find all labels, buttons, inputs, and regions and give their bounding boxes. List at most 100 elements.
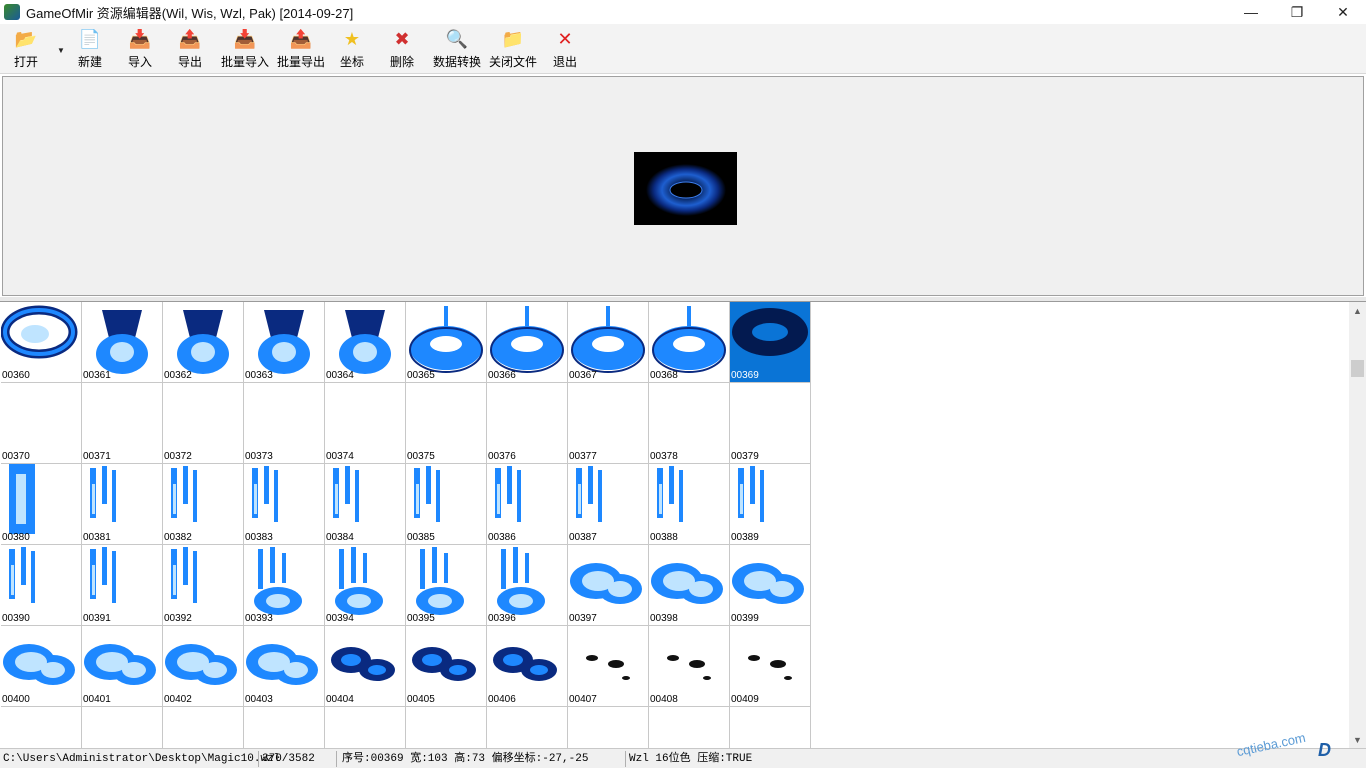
toolbar-button-1[interactable]: 📄 新建 [78, 28, 102, 72]
thumbnail-cell[interactable]: 00395 [406, 545, 487, 626]
thumbnail-cell[interactable]: 00391 [82, 545, 163, 626]
thumbnail-cell[interactable] [649, 707, 730, 748]
thumbnail-cell[interactable]: 00364 [325, 302, 406, 383]
thumbnail-label: 00399 [731, 613, 759, 624]
thumbnail-cell[interactable] [1, 707, 82, 748]
thumbnail-cell[interactable]: 00365 [406, 302, 487, 383]
thumbnail-cell[interactable]: 00380 [1, 464, 82, 545]
vertical-scrollbar[interactable]: ▲ ▼ [1349, 302, 1366, 748]
thumbnail-cell[interactable] [730, 707, 811, 748]
thumbnail-cell[interactable] [82, 707, 163, 748]
thumbnail-cell[interactable] [325, 707, 406, 748]
thumbnail-cell[interactable]: 00368 [649, 302, 730, 383]
thumbnail-cell[interactable]: 00382 [163, 464, 244, 545]
toolbar-button-9[interactable]: 📁 关闭文件 [489, 28, 537, 72]
thumbnail-cell[interactable]: 00398 [649, 545, 730, 626]
toolbar-button-4[interactable]: 📥 批量导入 [221, 28, 269, 72]
thumbnail-cell[interactable]: 00400 [1, 626, 82, 707]
thumbnail-cell[interactable]: 00383 [244, 464, 325, 545]
thumbnail-cell[interactable]: 00386 [487, 464, 568, 545]
thumbnail-label: 00409 [731, 694, 759, 705]
thumbnail-label: 00400 [2, 694, 30, 705]
thumbnail-label: 00394 [326, 613, 354, 624]
scroll-thumb[interactable] [1351, 360, 1364, 377]
scroll-up-icon[interactable]: ▲ [1349, 302, 1366, 319]
toolbar-button-3[interactable]: 📤 导出 [178, 28, 202, 72]
thumbnail-cell[interactable]: 00389 [730, 464, 811, 545]
thumbnail-cell[interactable]: 00385 [406, 464, 487, 545]
thumbnail-label: 00382 [164, 532, 192, 543]
thumbnail-cell[interactable]: 00406 [487, 626, 568, 707]
toolbar-button-label: 退出 [553, 55, 578, 69]
restore-button[interactable]: ❐ [1274, 0, 1320, 24]
toolbar: ▼ 📂 打开 📄 新建 📥 导入 📤 导出 📥 批量导入 📤 批量导出 ★ 坐标 ✖ 删除 🔍 数据转换 📁 关闭文件… [0, 24, 1366, 74]
toolbar-button-8[interactable]: 🔍 数据转换 [433, 28, 481, 72]
app-icon [4, 4, 20, 20]
thumbnail-image [325, 707, 405, 748]
thumbnail-cell[interactable]: 00381 [82, 464, 163, 545]
thumbnail-label: 00389 [731, 532, 759, 543]
thumbnail-cell[interactable]: 00403 [244, 626, 325, 707]
close-button[interactable]: ✕ [1320, 0, 1366, 24]
thumbnail-cell[interactable] [487, 707, 568, 748]
thumbnail-cell[interactable]: 00375 [406, 383, 487, 464]
thumbnail-cell[interactable]: 00384 [325, 464, 406, 545]
thumbnail-label: 00404 [326, 694, 354, 705]
thumbnail-cell[interactable]: 00362 [163, 302, 244, 383]
thumbnail-cell[interactable]: 00387 [568, 464, 649, 545]
thumbnail-cell[interactable]: 00402 [163, 626, 244, 707]
toolbar-button-6[interactable]: ★ 坐标 [340, 28, 364, 72]
thumbnail-cell[interactable]: 00404 [325, 626, 406, 707]
thumbnail-cell[interactable]: 00369 [730, 302, 811, 383]
thumbnail-cell[interactable]: 00379 [730, 383, 811, 464]
toolbar-button-10[interactable]: ✕ 退出 [553, 28, 577, 72]
thumbnail-label: 00395 [407, 613, 435, 624]
open-dropdown-arrow[interactable]: ▼ [57, 46, 65, 55]
status-divider [258, 751, 259, 767]
toolbar-button-5[interactable]: 📤 批量导出 [277, 28, 325, 72]
thumbnail-cell[interactable]: 00366 [487, 302, 568, 383]
thumbnail-cell[interactable]: 00396 [487, 545, 568, 626]
toolbar-button-2[interactable]: 📥 导入 [128, 28, 152, 72]
thumbnail-cell[interactable]: 00376 [487, 383, 568, 464]
thumbnail-cell[interactable]: 00361 [82, 302, 163, 383]
thumbnail-cell[interactable]: 00373 [244, 383, 325, 464]
star-icon: ★ [343, 29, 361, 49]
thumbnail-cell[interactable]: 00405 [406, 626, 487, 707]
thumbnail-cell[interactable]: 00407 [568, 626, 649, 707]
thumbnail-label: 00376 [488, 451, 516, 462]
thumbnail-cell[interactable]: 00370 [1, 383, 82, 464]
thumbnail-cell[interactable]: 00393 [244, 545, 325, 626]
thumbnail-grid: 00360 00361 00362 00363 00364 00365 0036… [1, 302, 812, 748]
thumbnail-label: 00393 [245, 613, 273, 624]
thumbnail-cell[interactable]: 00388 [649, 464, 730, 545]
thumbnail-cell[interactable]: 00377 [568, 383, 649, 464]
thumbnail-cell[interactable]: 00409 [730, 626, 811, 707]
toolbar-button-7[interactable]: ✖ 删除 [390, 28, 414, 72]
thumbnail-cell[interactable]: 00399 [730, 545, 811, 626]
thumbnail-cell[interactable]: 00372 [163, 383, 244, 464]
thumbnail-cell[interactable]: 00363 [244, 302, 325, 383]
thumbnail-cell[interactable]: 00378 [649, 383, 730, 464]
thumbnail-cell[interactable]: 00401 [82, 626, 163, 707]
toolbar-button-0[interactable]: 📂 打开 [14, 28, 38, 72]
thumbnail-cell[interactable] [406, 707, 487, 748]
thumbnail-cell[interactable]: 00392 [163, 545, 244, 626]
thumbnail-cell[interactable]: 00371 [82, 383, 163, 464]
thumbnail-cell[interactable] [163, 707, 244, 748]
toolbar-button-label: 坐标 [340, 55, 365, 69]
thumbnail-cell[interactable]: 00394 [325, 545, 406, 626]
thumbnail-image [649, 707, 729, 748]
thumbnail-label: 00406 [488, 694, 516, 705]
thumbnail-label: 00369 [731, 370, 759, 381]
thumbnail-cell[interactable] [568, 707, 649, 748]
thumbnail-cell[interactable]: 00397 [568, 545, 649, 626]
thumbnail-cell[interactable]: 00408 [649, 626, 730, 707]
thumbnail-cell[interactable]: 00374 [325, 383, 406, 464]
minimize-button[interactable]: — [1228, 0, 1274, 24]
thumbnail-cell[interactable]: 00390 [1, 545, 82, 626]
thumbnail-cell[interactable]: 00360 [1, 302, 82, 383]
thumbnail-cell[interactable] [244, 707, 325, 748]
thumbnail-cell[interactable]: 00367 [568, 302, 649, 383]
thumbnail-label: 00375 [407, 451, 435, 462]
